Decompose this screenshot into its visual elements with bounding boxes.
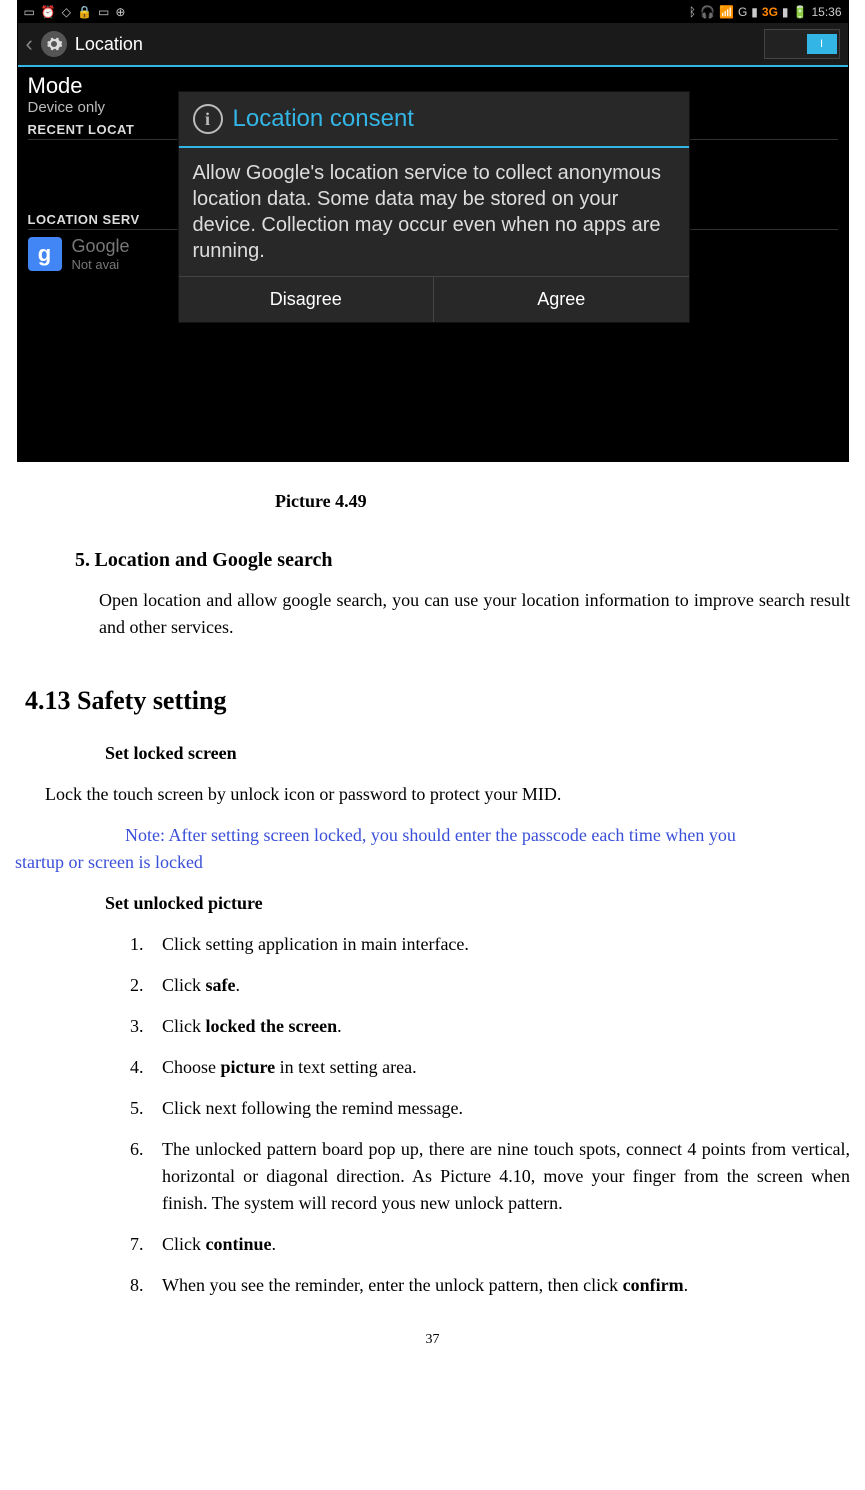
list-item: 8. When you see the reminder, enter the …	[130, 1272, 850, 1299]
section5-number: 5.	[75, 549, 90, 571]
step-num: 4.	[130, 1054, 162, 1081]
set-unlocked-heading: Set unlocked picture	[105, 890, 850, 917]
steps-list: 1. Click setting application in main int…	[130, 931, 850, 1299]
list-item: 4. Choose picture in text setting area.	[130, 1054, 850, 1081]
figure-caption: Picture 4.49	[275, 488, 850, 515]
lock-body-text: Lock the touch screen by unlock icon or …	[45, 781, 850, 808]
step-text: The unlocked pattern board pop up, there…	[162, 1136, 850, 1217]
toggle-on-label: I	[807, 34, 837, 54]
image-icon: ▭	[98, 5, 109, 19]
dialog-body: Allow Google's location service to colle…	[179, 148, 689, 276]
step-text: Choose picture in text setting area.	[162, 1054, 417, 1081]
list-item: 5. Click next following the remind messa…	[130, 1095, 850, 1122]
disagree-button[interactable]: Disagree	[179, 277, 435, 322]
wifi-small-icon: ◇	[62, 5, 71, 19]
google-row-sub: Not avai	[72, 257, 130, 272]
page-number: 37	[15, 1329, 850, 1350]
bluetooth-icon: ᛒ	[689, 5, 696, 19]
section5-body: Open location and allow google search, y…	[99, 587, 850, 641]
note-text: Note: After setting screen locked, you s…	[15, 822, 850, 876]
sms-icon: ▭	[24, 5, 35, 19]
dialog-title-bar: i Location consent	[179, 92, 689, 148]
step-num: 2.	[130, 972, 162, 999]
note-line2: startup or screen is locked	[15, 852, 203, 872]
info-icon: i	[193, 104, 223, 134]
clock: 15:36	[811, 5, 841, 19]
step-text: Click setting application in main interf…	[162, 931, 469, 958]
step-num: 8.	[130, 1272, 162, 1299]
header-title: Location	[75, 34, 143, 55]
location-toggle[interactable]: I	[764, 29, 840, 59]
step-text: Click next following the remind message.	[162, 1095, 463, 1122]
step-num: 1.	[130, 931, 162, 958]
signal2-icon: ▮	[782, 5, 789, 19]
back-icon[interactable]: ‹	[26, 31, 33, 57]
step-num: 5.	[130, 1095, 162, 1122]
android-screenshot: ▭ ⏰ ◇ 🔒 ▭ ⊕ ᛒ 🎧 📶 G ▮ 3G ▮ 🔋 15:36 ‹ Loc…	[17, 0, 849, 462]
settings-gear-icon[interactable]	[41, 31, 67, 57]
list-item: 7. Click continue.	[130, 1231, 850, 1258]
lock-icon: 🔒	[77, 5, 92, 19]
step-text: Click locked the screen.	[162, 1013, 342, 1040]
status-bar: ▭ ⏰ ◇ 🔒 ▭ ⊕ ᛒ 🎧 📶 G ▮ 3G ▮ 🔋 15:36	[18, 1, 848, 23]
location-consent-dialog: i Location consent Allow Google's locati…	[178, 91, 690, 323]
agree-button[interactable]: Agree	[434, 277, 689, 322]
alarm-icon: ⏰	[41, 5, 56, 19]
network-3g: 3G	[762, 5, 778, 19]
list-item: 2. Click safe.	[130, 972, 850, 999]
step-num: 6.	[130, 1136, 162, 1217]
list-item: 1. Click setting application in main int…	[130, 931, 850, 958]
g-indicator: G	[738, 5, 747, 19]
signal-icon: ▮	[751, 5, 758, 19]
step-num: 7.	[130, 1231, 162, 1258]
dialog-title: Location consent	[233, 105, 414, 133]
section-5: 5. Location and Google search Open locat…	[75, 545, 850, 641]
list-item: 6. The unlocked pattern board pop up, th…	[130, 1136, 850, 1217]
headphone-icon: 🎧	[700, 5, 715, 19]
set-locked-heading: Set locked screen	[105, 740, 850, 767]
battery-icon: 🔋	[793, 5, 808, 19]
step-text: When you see the reminder, enter the unl…	[162, 1272, 688, 1299]
note-line1: Note: After setting screen locked, you s…	[125, 825, 736, 845]
step-num: 3.	[130, 1013, 162, 1040]
target-icon: ⊕	[115, 5, 125, 19]
document-body: Picture 4.49 5. Location and Google sear…	[0, 488, 865, 1370]
step-text: Click safe.	[162, 972, 240, 999]
google-g-icon: g	[28, 237, 62, 271]
wifi-icon: 📶	[719, 5, 734, 19]
heading-4-13: 4.13 Safety setting	[25, 681, 850, 720]
section5-title: Location and Google search	[95, 549, 333, 571]
google-row-title: Google	[72, 236, 130, 257]
app-header: ‹ Location I	[18, 23, 848, 67]
list-item: 3. Click locked the screen.	[130, 1013, 850, 1040]
step-text: Click continue.	[162, 1231, 276, 1258]
